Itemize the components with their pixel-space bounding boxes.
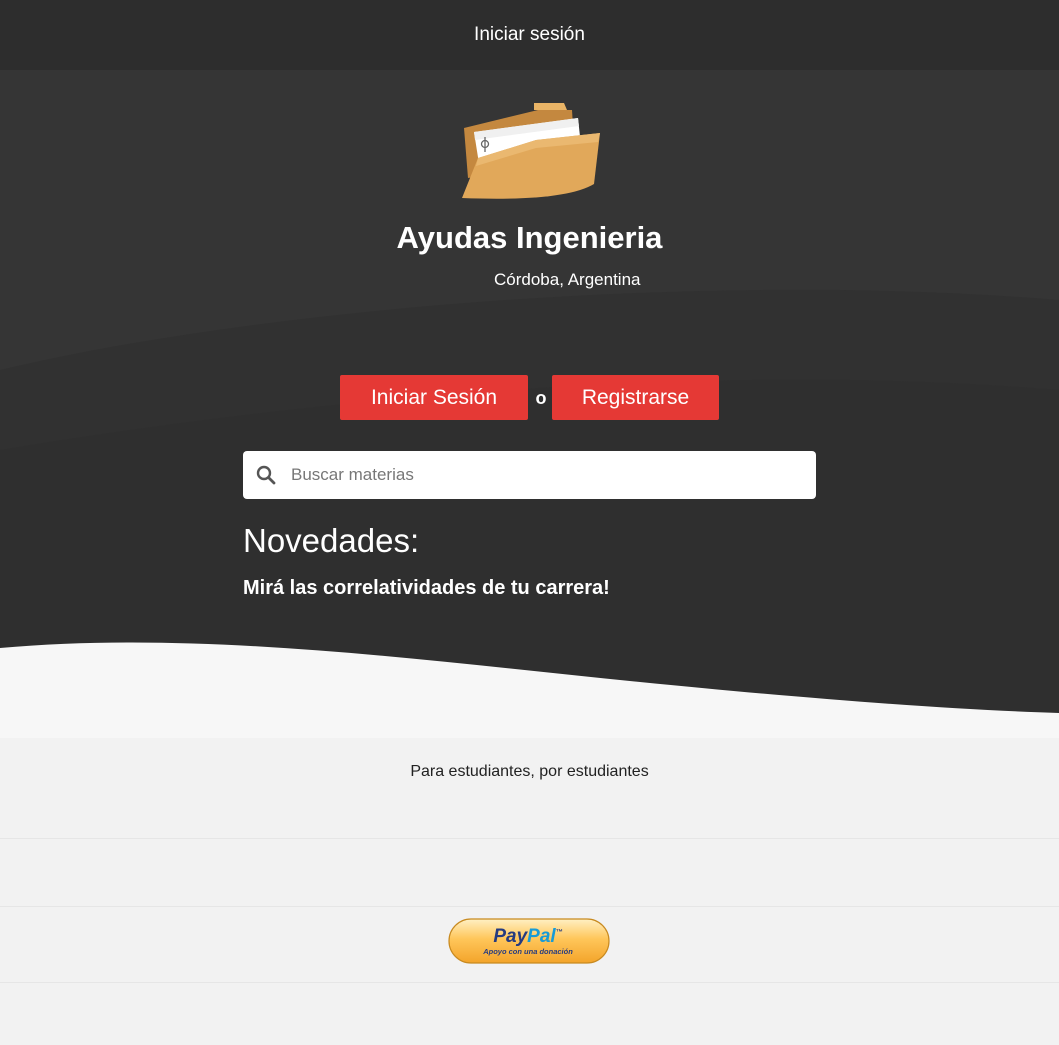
paypal-brand-pal: Pal <box>527 926 556 947</box>
divider <box>0 838 1059 839</box>
top-bar: Iniciar sesión <box>0 0 1059 70</box>
login-link[interactable]: Iniciar sesión <box>474 24 585 46</box>
paypal-brand-pay: Pay <box>493 926 528 947</box>
tagline: Para estudiantes, por estudiantes <box>410 763 649 780</box>
divider <box>0 906 1059 907</box>
hero-section: Ayudas Ingenieria Córdoba, Argentina Ini… <box>0 70 1059 738</box>
paypal-donate-button[interactable]: PayPal™ Apoyo con una donación <box>448 918 610 964</box>
paypal-caption: Apoyo con una donación <box>482 947 573 956</box>
paypal-trademark: ™ <box>556 929 563 936</box>
divider <box>0 982 1059 983</box>
hero-wave-divider <box>0 642 1059 738</box>
svg-text:PayPal™: PayPal™ <box>493 926 562 947</box>
